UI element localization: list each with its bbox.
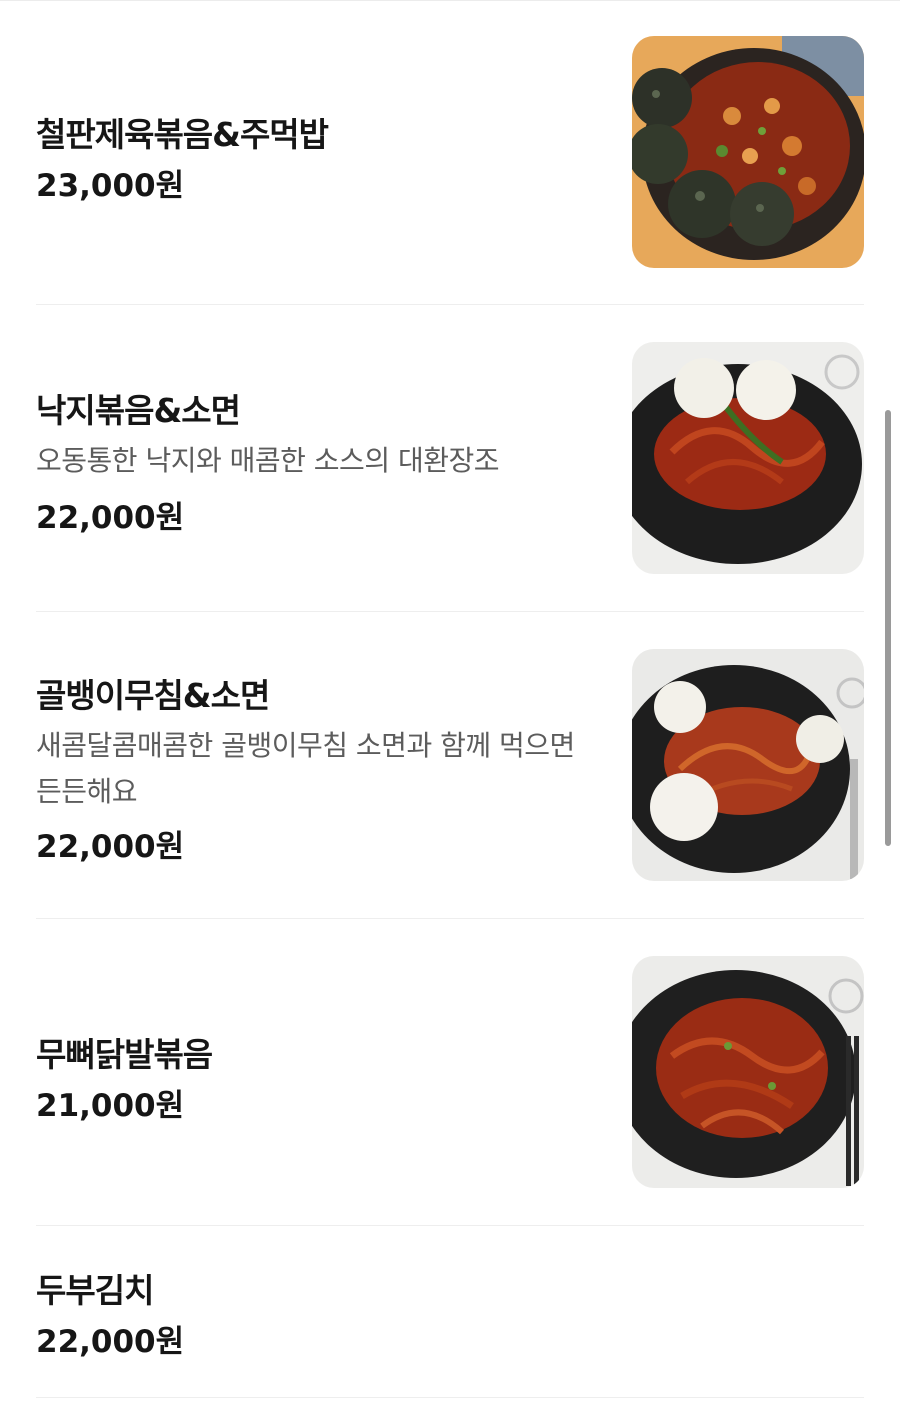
scrollbar[interactable]	[885, 410, 891, 846]
menu-divider	[36, 918, 864, 919]
menu-item-name: 두부김치	[36, 1271, 154, 1310]
menu-item-price: 22,000원	[36, 829, 185, 865]
menu-item-price: 21,000원	[36, 1088, 185, 1124]
menu-divider	[36, 304, 864, 305]
food-photo-icon	[632, 649, 864, 881]
food-photo-icon	[632, 956, 864, 1188]
food-photo-icon	[632, 342, 864, 574]
food-photo-icon	[632, 36, 864, 268]
menu-item-description: 오동통한 낙지와 매콤한 소스의 대환장조	[36, 444, 500, 477]
menu-item-nakji[interactable]: 낙지볶음&소면 오동통한 낙지와 매콤한 소스의 대환장조 22,000원	[36, 342, 864, 578]
menu-divider	[36, 1225, 864, 1226]
menu-item-price: 23,000원	[36, 168, 185, 204]
menu-divider	[36, 611, 864, 612]
menu-item-dakbal[interactable]: 무뼈닭발볶음 21,000원	[36, 956, 864, 1192]
menu-item-jeyuk[interactable]: 철판제육볶음&주먹밥 23,000원	[36, 34, 864, 270]
menu-item-name: 무뼈닭발볶음	[36, 1035, 213, 1074]
menu-item-name: 골뱅이무침&소면	[36, 676, 270, 715]
top-divider	[0, 0, 900, 1]
menu-item-description: 새콤달콤매콤한 골뱅이무침 소면과 함께 먹으면 든든해요	[36, 729, 575, 808]
menu-item-name: 철판제육볶음&주먹밥	[36, 115, 329, 154]
menu-item-dubu-kimchi[interactable]: 두부김치 22,000원	[36, 1250, 864, 1380]
menu-item-golbaengi[interactable]: 골뱅이무침&소면 새콤달콤매콤한 골뱅이무침 소면과 함께 먹으면 든든해요 2…	[36, 649, 864, 885]
menu-divider	[36, 1397, 864, 1398]
menu-item-price: 22,000원	[36, 1324, 185, 1360]
menu-item-price: 22,000원	[36, 500, 185, 536]
menu-item-name: 낙지볶음&소면	[36, 391, 241, 430]
